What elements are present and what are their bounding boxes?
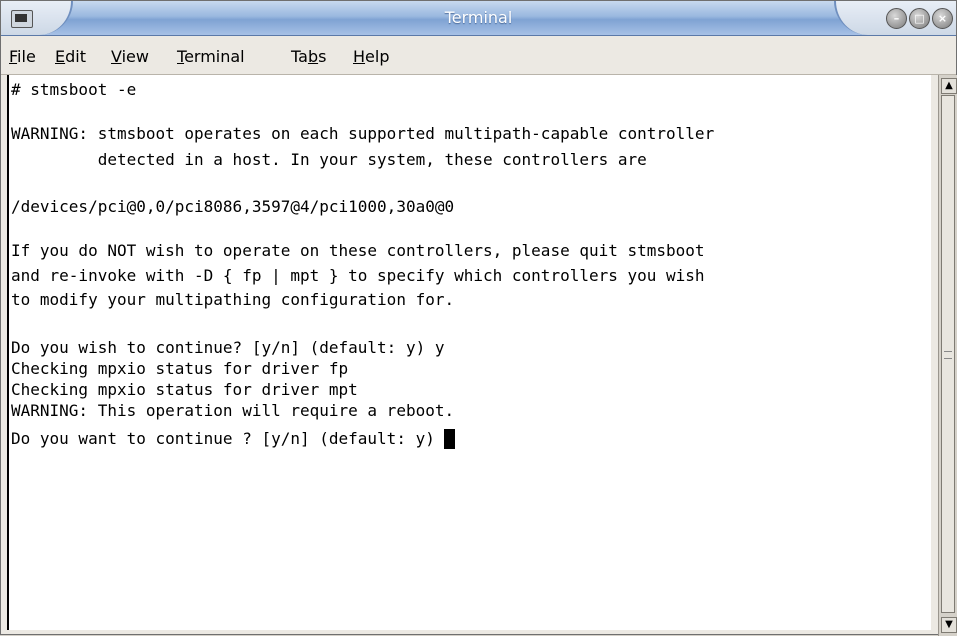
terminal-line: Do you wish to continue? [y/n] (default:…: [11, 338, 445, 357]
window-title: Terminal: [444, 8, 513, 27]
text-cursor: [444, 429, 456, 449]
menu-bar: File Edit View Terminal Tabs Help: [1, 36, 956, 75]
terminal-prompt-line: Do you want to continue ? [y/n] (default…: [11, 429, 456, 449]
terminal-line: # stmsboot -e: [11, 80, 137, 99]
menu-edit[interactable]: Edit: [55, 47, 86, 66]
menu-file[interactable]: File: [9, 47, 36, 66]
minimize-button[interactable]: –: [886, 8, 907, 29]
scrollbar-grip: [944, 351, 952, 359]
maximize-button[interactable]: □: [909, 8, 930, 29]
menu-tabs[interactable]: Tabs: [291, 47, 326, 66]
title-bar-right-cap: – □ ×: [834, 1, 956, 35]
terminal-line: WARNING: This operation will require a r…: [11, 401, 455, 420]
terminal-line: Checking mpxio status for driver mpt: [11, 380, 358, 399]
terminal-line: WARNING: stmsboot operates on each suppo…: [11, 124, 715, 143]
terminal-line: and re-invoke with -D { fp | mpt } to sp…: [11, 266, 705, 285]
menu-terminal[interactable]: Terminal: [177, 47, 245, 66]
scrollbar-thumb[interactable]: [941, 95, 955, 613]
terminal-window: Terminal – □ × File Edit View Terminal T…: [0, 0, 957, 636]
terminal-line: Checking mpxio status for driver fp: [11, 359, 349, 378]
scroll-down-arrow-icon[interactable]: ▼: [941, 617, 957, 633]
title-bar[interactable]: Terminal – □ ×: [1, 1, 956, 36]
terminal-line: detected in a host. In your system, thes…: [11, 150, 647, 169]
terminal-line: If you do NOT wish to operate on these c…: [11, 241, 705, 260]
terminal-line: to modify your multipathing configuratio…: [11, 290, 455, 309]
close-button[interactable]: ×: [932, 8, 953, 29]
terminal-output[interactable]: # stmsboot -e WARNING: stmsboot operates…: [7, 75, 931, 630]
vertical-scrollbar[interactable]: ▲ ▼: [938, 75, 957, 636]
terminal-line: Do you want to continue ? [y/n] (default…: [11, 429, 445, 448]
menu-help[interactable]: Help: [353, 47, 389, 66]
menu-view[interactable]: View: [111, 47, 149, 66]
scroll-up-arrow-icon[interactable]: ▲: [941, 78, 957, 94]
terminal-line: /devices/pci@0,0/pci8086,3597@4/pci1000,…: [11, 197, 455, 216]
